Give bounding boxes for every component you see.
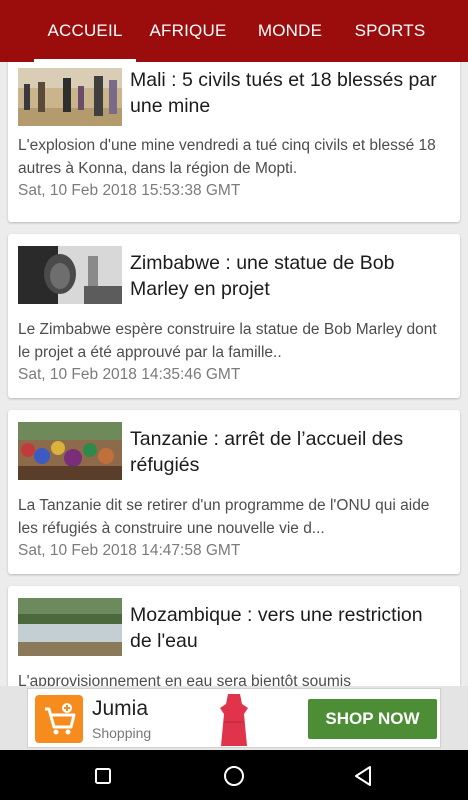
red-dress-icon — [214, 692, 254, 753]
ad-subtitle: Shopping — [92, 725, 152, 741]
news-card[interactable]: Mozambique : vers une restriction de l'e… — [8, 586, 460, 686]
category-tabs: ACCUEIL AFRIQUE MONDE SPORTS — [0, 0, 468, 62]
article-description: L'approvisionnement en eau sera bientôt … — [18, 673, 351, 686]
desert-people-photo-icon — [18, 68, 122, 126]
article-title[interactable]: Tanzanie : arrêt de l’accueil des réfugi… — [130, 426, 448, 478]
tab-monde[interactable]: MONDE — [240, 0, 340, 62]
news-card[interactable]: Mali : 5 civils tués et 18 blessés par u… — [8, 62, 460, 222]
ad-content[interactable]: Jumia Shopping SHOP NOW — [27, 688, 441, 748]
tab-sports[interactable]: SPORTS — [340, 0, 440, 62]
news-feed[interactable]: Mali : 5 civils tués et 18 blessés par u… — [0, 62, 468, 686]
article-title[interactable]: Mozambique : vers une restriction de l'e… — [130, 602, 448, 654]
article-description: L'explosion d'une mine vendredi a tué ci… — [18, 137, 436, 177]
refugee-crowd-photo-icon — [18, 422, 122, 480]
ad-brand-name[interactable]: Jumia — [92, 697, 148, 721]
article-title[interactable]: Mali : 5 civils tués et 18 blessés par u… — [130, 67, 448, 119]
recent-apps-icon[interactable] — [89, 762, 117, 790]
system-nav-bar — [0, 750, 468, 800]
singer-portrait-photo-icon — [18, 246, 122, 304]
article-description: La Tanzanie dit se retirer d'un programm… — [18, 497, 430, 537]
article-description: Le Zimbabwe espère construire la statue … — [18, 321, 437, 361]
news-card[interactable]: Tanzanie : arrêt de l’accueil des réfugi… — [8, 410, 460, 574]
home-circle-icon[interactable] — [220, 762, 248, 790]
shopping-cart-icon[interactable] — [35, 695, 83, 743]
article-title[interactable]: Zimbabwe : une statue de Bob Marley en p… — [130, 250, 448, 302]
article-date: Sat, 10 Feb 2018 14:47:58 GMT — [18, 542, 241, 559]
tab-accueil[interactable]: ACCUEIL — [34, 0, 136, 62]
article-date: Sat, 10 Feb 2018 15:53:38 GMT — [18, 182, 241, 199]
river-landscape-photo-icon — [18, 598, 122, 656]
ad-banner: Jumia Shopping SHOP NOW — [0, 686, 468, 750]
tab-afrique[interactable]: AFRIQUE — [136, 0, 240, 62]
article-date: Sat, 10 Feb 2018 14:35:46 GMT — [18, 366, 241, 383]
news-card[interactable]: Zimbabwe : une statue de Bob Marley en p… — [8, 234, 460, 398]
top-app-bar: ACCUEIL AFRIQUE MONDE SPORTS — [0, 0, 468, 62]
shop-now-button[interactable]: SHOP NOW — [308, 699, 437, 739]
back-triangle-icon[interactable] — [350, 762, 378, 790]
